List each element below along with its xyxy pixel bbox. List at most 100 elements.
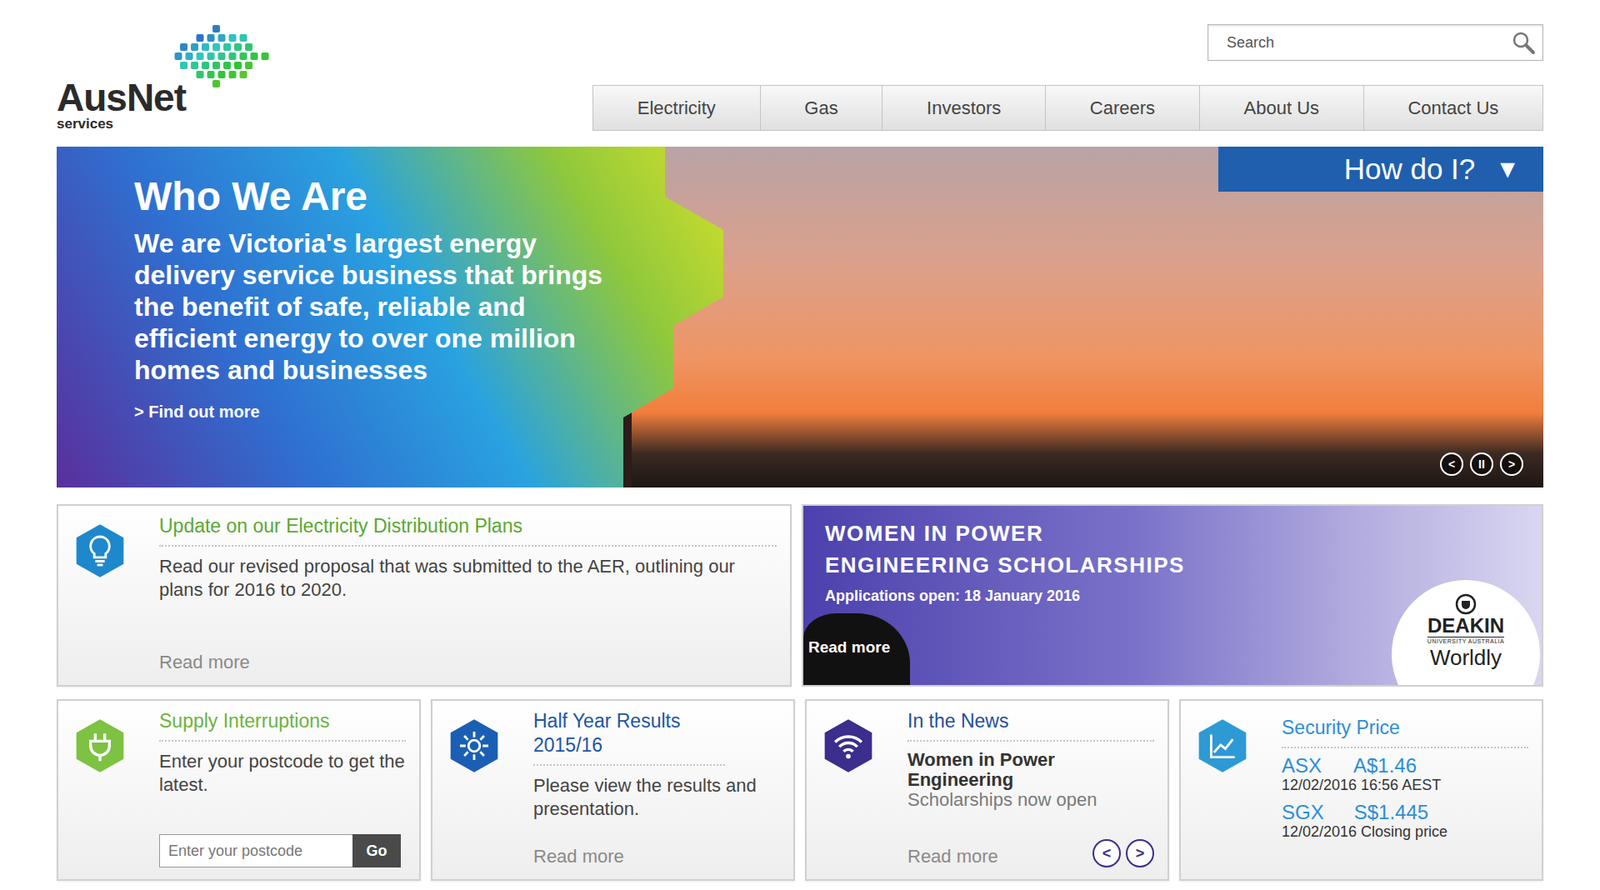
price: S$1.445 xyxy=(1354,801,1429,824)
logo-dot xyxy=(196,70,205,79)
tile-title[interactable]: Half Year Results 2015/16 xyxy=(533,709,725,766)
banner-titles: WOMEN IN POWERENGINEERING SCHOLARSHIPS xyxy=(825,517,1520,581)
nav-item[interactable]: Electricity xyxy=(593,85,761,130)
tile-title[interactable]: Supply Interruptions xyxy=(159,709,406,742)
how-do-i-label: How do I? xyxy=(1344,152,1476,186)
logo-dot xyxy=(229,52,237,60)
price-quote: ASX A$1.46 12/02/2016 16:56 AEST xyxy=(1281,755,1529,795)
logo-dot xyxy=(245,43,253,51)
logo-dot xyxy=(212,25,220,33)
postcode-input[interactable] xyxy=(159,834,353,868)
carousel-control[interactable]: > xyxy=(1500,452,1524,476)
update-card[interactable]: Update on our Electricity Distribution P… xyxy=(56,504,792,687)
go-button[interactable]: Go xyxy=(352,834,401,868)
price: A$1.46 xyxy=(1353,755,1417,777)
logo-dot xyxy=(261,52,270,60)
logo-dot xyxy=(212,43,220,51)
logo[interactable]: AusNet services xyxy=(56,0,307,147)
crest-icon xyxy=(1455,593,1477,615)
logo-dot xyxy=(218,52,226,60)
logo-dot xyxy=(240,52,248,60)
next-button[interactable]: > xyxy=(1125,839,1155,868)
nav-item[interactable]: Investors xyxy=(882,85,1046,130)
logo-dot xyxy=(207,70,215,79)
prev-button[interactable]: < xyxy=(1092,839,1121,868)
header: AusNet services ElectricityGasInvestorsC… xyxy=(56,0,1544,147)
logo-dot xyxy=(234,43,242,51)
plug-icon xyxy=(71,717,129,775)
carousel-control[interactable]: II xyxy=(1470,452,1494,476)
tile-title[interactable]: Security Price xyxy=(1281,715,1529,749)
lightbulb-icon xyxy=(71,522,129,580)
banner-read-more[interactable]: Read more xyxy=(803,613,910,685)
nav-item[interactable]: About Us xyxy=(1200,85,1365,130)
card-title[interactable]: Update on our Electricity Distribution P… xyxy=(159,514,777,547)
logo-dot xyxy=(218,34,226,42)
icon-column xyxy=(806,700,908,880)
how-do-i-menu[interactable]: How do I? ▼ xyxy=(1218,146,1544,192)
tile-body: Enter your postcode to get the latest. xyxy=(159,750,406,798)
tile-body: Please view the results and presentation… xyxy=(533,774,780,822)
quote-line: ASX A$1.46 xyxy=(1281,755,1529,777)
quote-note: 12/02/2016 Closing price xyxy=(1281,823,1529,842)
main-nav: ElectricityGasInvestorsCareersAbout UsCo… xyxy=(592,85,1544,131)
search-box xyxy=(1207,24,1544,61)
hero-panel: Who We Are We are Victoria's largest ene… xyxy=(56,146,724,488)
logo-dot xyxy=(185,52,194,60)
hero-banner: Who We Are We are Victoria's largest ene… xyxy=(56,146,1544,488)
info-tile: Supply Interruptions Enter your postcode… xyxy=(56,699,421,881)
icon-column xyxy=(58,700,160,880)
partner-name: DEAKIN xyxy=(1427,615,1505,637)
logo-dot xyxy=(240,34,248,42)
hero-body: We are Victoria's largest energy deliver… xyxy=(134,227,618,386)
search-input[interactable] xyxy=(1225,33,1511,53)
logo-dot xyxy=(201,61,210,70)
chart-icon xyxy=(1194,717,1251,775)
hero-title: Who We Are xyxy=(134,175,724,220)
postcode-form: Go xyxy=(159,834,406,868)
logo-dot xyxy=(180,61,188,70)
logo-dot xyxy=(229,34,237,42)
logo-dot xyxy=(218,70,226,79)
tile-content: In the News Women in Power Engineering S… xyxy=(907,700,1168,880)
tiles-row: Supply Interruptions Enter your postcode… xyxy=(56,699,1544,881)
read-more-link[interactable]: Read more xyxy=(533,839,780,868)
partner-sub: UNIVERSITY AUSTRALIA xyxy=(1427,636,1505,645)
tile-content: Security Price ASX A$1.46 12/02/2016 16:… xyxy=(1281,700,1542,880)
partner-tagline: Worldly xyxy=(1430,645,1502,670)
carousel-control[interactable]: < xyxy=(1440,452,1464,476)
wifi-icon xyxy=(820,717,877,775)
tile-title[interactable]: In the News xyxy=(907,709,1155,742)
logo-dot xyxy=(180,43,188,51)
logo-dot xyxy=(229,70,237,79)
icon-column xyxy=(432,700,534,880)
logo-dot xyxy=(245,61,253,70)
icon-column xyxy=(1180,700,1282,880)
read-more-link[interactable]: Read more xyxy=(907,839,999,868)
logo-dot xyxy=(175,52,183,60)
price-quote: SGX S$1.445 12/02/2016 Closing price xyxy=(1281,801,1529,842)
header-right: ElectricityGasInvestorsCareersAbout UsCo… xyxy=(592,0,1544,147)
sun-icon xyxy=(445,717,503,775)
read-more-link[interactable]: Read more xyxy=(159,645,777,674)
magnifier-icon[interactable] xyxy=(1510,30,1536,55)
tile-content: Half Year Results 2015/16 Please view th… xyxy=(533,700,794,880)
logo-dot xyxy=(212,61,220,70)
nav-item[interactable]: Careers xyxy=(1045,85,1200,130)
quote-note: 12/02/2016 16:56 AEST xyxy=(1281,776,1529,795)
scholarship-banner[interactable]: WOMEN IN POWERENGINEERING SCHOLARSHIPS A… xyxy=(801,504,1544,687)
logo-dot xyxy=(207,52,215,60)
hero-photo xyxy=(631,146,1544,488)
carousel-controls: <II> xyxy=(1440,452,1524,476)
logo-tagline: services xyxy=(56,116,307,133)
nav-item[interactable]: Gas xyxy=(760,85,884,130)
logo-name: AusNet xyxy=(56,78,307,117)
news-headline[interactable]: Women in Power Engineering xyxy=(907,750,1155,790)
logo-dot xyxy=(250,52,259,60)
nav-item[interactable]: Contact Us xyxy=(1364,85,1543,130)
info-tile: Security Price ASX A$1.46 12/02/2016 16:… xyxy=(1179,699,1544,881)
news-body: Scholarships now open xyxy=(907,790,1155,810)
logo-dot xyxy=(212,80,220,88)
logo-dot xyxy=(240,70,248,79)
banner-title: ENGINEERING SCHOLARSHIPS xyxy=(825,549,1520,581)
